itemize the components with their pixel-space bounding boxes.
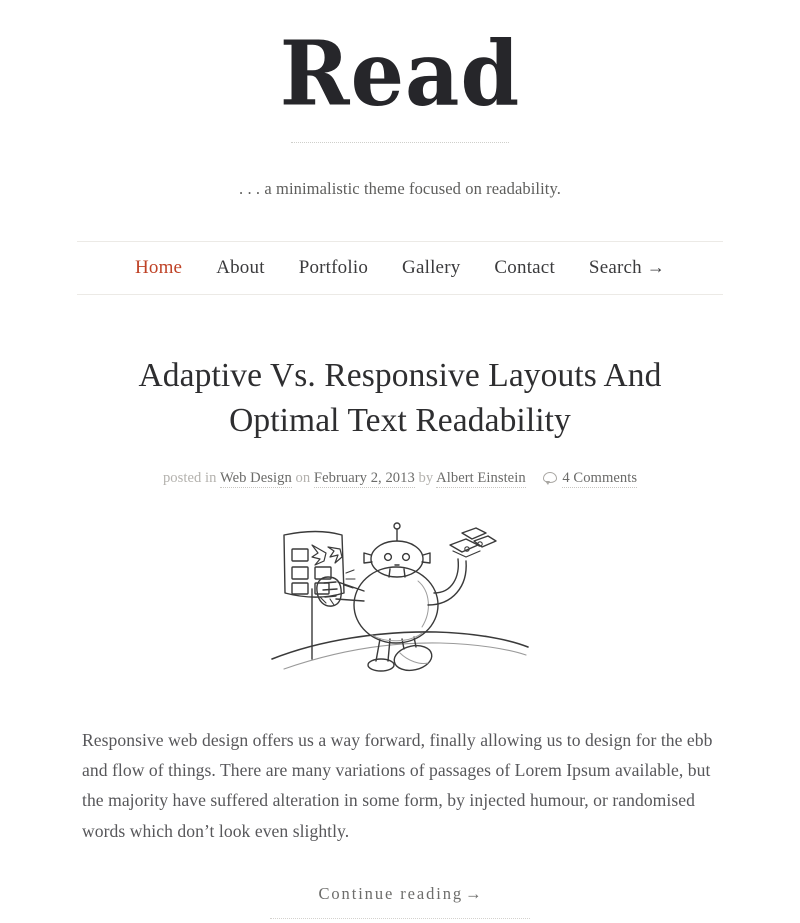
nav-label-contact: Contact bbox=[494, 256, 555, 278]
site-tagline: . . . a minimalistic theme focused on re… bbox=[239, 178, 561, 198]
post-meta: posted in Web Design on February 2, 2013… bbox=[80, 469, 720, 488]
nav-item-about[interactable]: About bbox=[216, 257, 265, 279]
arrow-right-icon: → bbox=[465, 883, 482, 903]
site-logo[interactable]: Read bbox=[0, 29, 800, 118]
nav-label-home: Home bbox=[134, 256, 183, 278]
post-body-paragraph: Responsive web design offers us a way fo… bbox=[82, 729, 713, 841]
nav-label-search: Search bbox=[588, 256, 642, 278]
nav-item-contact[interactable]: Contact bbox=[494, 257, 555, 279]
nav-label-gallery: Gallery bbox=[402, 256, 461, 278]
nav-list: Home About Portfolio Gallery Contact Sea… bbox=[77, 242, 723, 294]
nav-item-home[interactable]: Home bbox=[135, 257, 182, 279]
on-label: on bbox=[295, 469, 311, 486]
comments-group[interactable]: 4 Comments bbox=[543, 469, 638, 488]
post-article: Adaptive Vs. Responsive Layouts And Opti… bbox=[80, 295, 720, 919]
logo-divider bbox=[291, 141, 509, 143]
nav-label-portfolio: Portfolio bbox=[298, 256, 369, 278]
nav-label-about: About bbox=[216, 256, 265, 278]
post-title[interactable]: Adaptive Vs. Responsive Layouts And Opti… bbox=[80, 353, 720, 444]
nav-item-gallery[interactable]: Gallery bbox=[402, 257, 460, 279]
robot-sketch-illustration[interactable] bbox=[268, 519, 532, 681]
continue-reading-wrap: Continue reading → bbox=[80, 884, 720, 919]
nav-item-search[interactable]: Search → bbox=[589, 257, 665, 279]
post-author-link[interactable]: Albert Einstein bbox=[436, 469, 526, 488]
continue-reading-label: Continue reading bbox=[318, 883, 463, 903]
posted-in-label: posted in bbox=[162, 469, 217, 486]
continue-divider bbox=[270, 917, 530, 919]
speech-bubble-icon bbox=[543, 472, 558, 486]
page-root: Read . . . a minimalistic theme focused … bbox=[0, 0, 800, 923]
post-date-link[interactable]: February 2, 2013 bbox=[313, 469, 415, 488]
by-label: by bbox=[418, 469, 434, 486]
post-body: Responsive web design offers us a way fo… bbox=[82, 725, 718, 846]
comments-count-link[interactable]: 4 Comments bbox=[562, 469, 638, 488]
site-header: Read . . . a minimalistic theme focused … bbox=[0, 0, 800, 199]
continue-reading-link[interactable]: Continue reading → bbox=[319, 884, 482, 904]
nav-item-portfolio[interactable]: Portfolio bbox=[299, 257, 368, 279]
arrow-right-icon: → bbox=[646, 256, 666, 277]
primary-navigation: Home About Portfolio Gallery Contact Sea… bbox=[77, 240, 723, 295]
post-category-link[interactable]: Web Design bbox=[219, 469, 292, 488]
